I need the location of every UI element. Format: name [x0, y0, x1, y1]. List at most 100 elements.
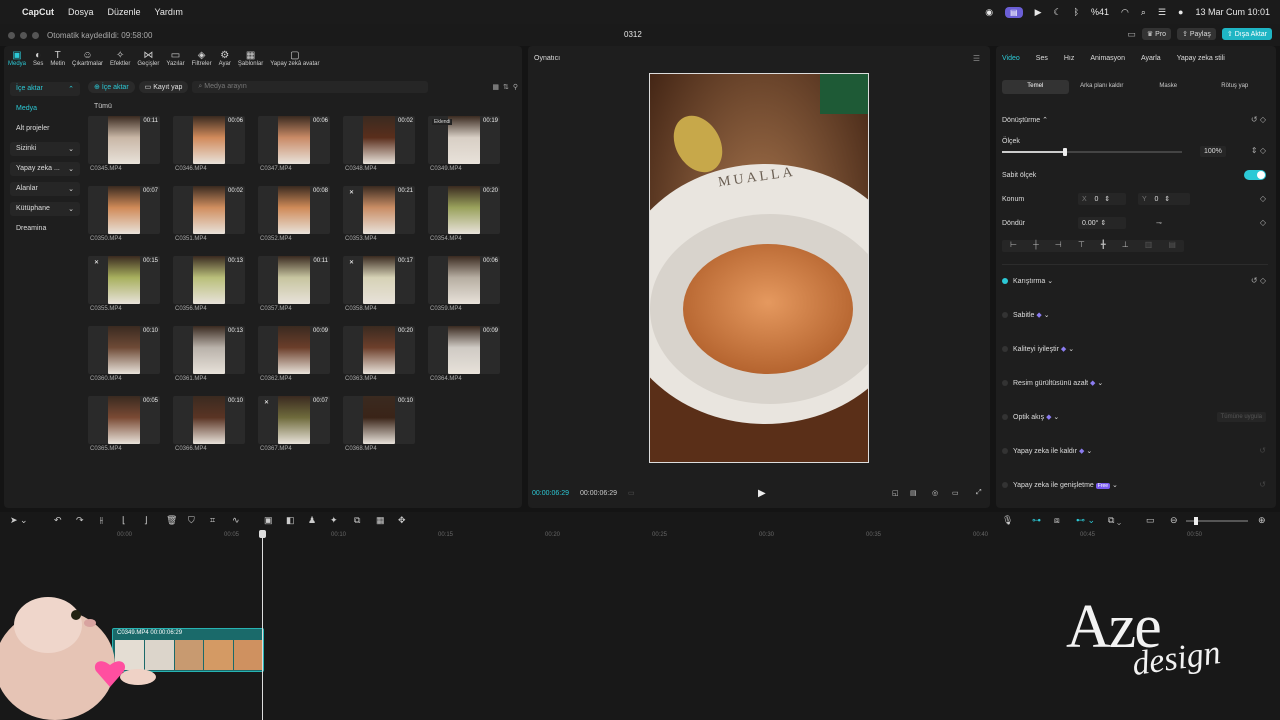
import-button[interactable]: ⊕ İçe aktar	[88, 81, 135, 93]
enhance-checkbox[interactable]	[1002, 346, 1008, 353]
media-clip[interactable]: 00:13 C0361.MP4	[169, 326, 245, 386]
media-clip[interactable]: 00:09 C0362.MP4	[254, 326, 330, 386]
align-center-v-icon[interactable]: ╋	[1101, 240, 1106, 252]
menu-file[interactable]: Dosya	[68, 7, 94, 17]
tool-tab-1[interactable]: ◐ Ses	[33, 50, 43, 67]
media-clip[interactable]: 00:10 C0368.MP4	[339, 396, 415, 456]
media-clip[interactable]: 00:20 C0363.MP4	[339, 326, 415, 386]
aspect-icon[interactable]: ▭	[952, 489, 959, 497]
media-clip[interactable]: 00:02 C0351.MP4	[169, 186, 245, 246]
media-clip[interactable]: 00:10 C0360.MP4	[84, 326, 160, 386]
zoom-slider[interactable]	[1186, 517, 1248, 525]
sidenav-item-4[interactable]: Yapay zeka ... ⌄	[10, 162, 80, 176]
uniform-scale-toggle[interactable]	[1244, 170, 1266, 180]
sidenav-item-2[interactable]: Alt projeler	[10, 122, 80, 136]
resize-icon[interactable]: ✥	[398, 515, 406, 526]
curve-icon[interactable]: ∿	[232, 515, 240, 526]
distribute-v-icon[interactable]: ▤	[1168, 240, 1176, 252]
tab-adjust[interactable]: Ayarla	[1141, 55, 1161, 62]
quality-icon[interactable]: ▤	[910, 489, 917, 497]
timecode-box-icon[interactable]: ▭	[628, 489, 635, 497]
transform-header[interactable]: Dönüştürme ⌃	[1002, 116, 1048, 124]
tab-speed[interactable]: Hız	[1064, 55, 1075, 62]
media-clip[interactable]: 00:06 C0347.MP4	[254, 116, 330, 176]
ai-remove-reset-icon[interactable]: ↺	[1259, 446, 1266, 455]
blend-row[interactable]: Karıştırma ⌄	[1002, 277, 1053, 285]
media-search-input[interactable]: ⌕ Medya arayın	[192, 81, 429, 93]
share-button[interactable]: ⇪ Paylaş	[1177, 28, 1216, 40]
player-menu-icon[interactable]: ☰	[973, 54, 980, 63]
position-y-field[interactable]: Y 0 ⇕	[1138, 193, 1190, 205]
media-clip[interactable]: 00:08 C0352.MP4	[254, 186, 330, 246]
scale-stepper-icon[interactable]: ⇕ ◇	[1251, 146, 1266, 155]
app-menu[interactable]: CapCut	[22, 7, 54, 17]
replace-icon[interactable]: ⧉	[354, 515, 360, 526]
tool-tab-0[interactable]: ▣ Medya	[8, 50, 26, 67]
sidenav-item-3[interactable]: Sizinki ⌄	[10, 142, 80, 156]
distribute-h-icon[interactable]: ▥	[1145, 240, 1153, 252]
position-x-field[interactable]: X 0 ⇕	[1078, 193, 1126, 205]
tool-tab-5[interactable]: ⋈ Geçişler	[137, 50, 159, 67]
shield-icon[interactable]: ⛉	[188, 515, 195, 526]
sidenav-item-1[interactable]: Medya	[10, 102, 80, 116]
optical-flow-row[interactable]: Optik akış ◆ ⌄	[1002, 413, 1059, 421]
scale-value[interactable]: 100%	[1200, 146, 1226, 157]
battery-status[interactable]: %41	[1091, 7, 1109, 17]
sidenav-item-5[interactable]: Alanlar ⌄	[10, 182, 80, 196]
tool-tab-6[interactable]: ▭ Yazılar	[166, 50, 184, 67]
align-right-icon[interactable]: ⊣	[1055, 240, 1062, 252]
apply-all-button[interactable]: Tümüne uygula	[1216, 412, 1266, 422]
screen-record-icon[interactable]: ◉	[985, 7, 993, 18]
scale-slider-knob[interactable]	[1063, 148, 1067, 156]
media-clip[interactable]: 00:05 C0365.MP4	[84, 396, 160, 456]
control-center-icon[interactable]: ☰	[1158, 7, 1166, 18]
layout-icon[interactable]: ▭	[1127, 29, 1136, 40]
rotate-dial-icon[interactable]: ⊸	[1156, 219, 1162, 227]
window-zoom-button[interactable]	[32, 31, 39, 39]
bluetooth-icon[interactable]: ᛒ	[1074, 7, 1079, 17]
tool-tab-4[interactable]: ✧ Efektler	[110, 50, 130, 67]
ai-remove-row[interactable]: Yapay zeka ile kaldır ◆ ⌄	[1002, 447, 1092, 455]
crop-icon[interactable]: ⌗	[210, 515, 215, 526]
media-clip[interactable]: 00:06 C0359.MP4	[424, 256, 500, 316]
align-center-h-icon[interactable]: ┼	[1033, 240, 1039, 252]
sidenav-item-7[interactable]: Dreamina	[10, 222, 80, 236]
mirror-icon[interactable]: ◧	[286, 515, 295, 526]
undo-icon[interactable]: ↶	[54, 515, 62, 526]
wifi-icon[interactable]: ◠	[1121, 7, 1129, 18]
media-clip[interactable]: 00:10 C0366.MP4	[169, 396, 245, 456]
redo-icon[interactable]: ↷	[76, 515, 84, 526]
playhead[interactable]	[259, 530, 266, 720]
moon-icon[interactable]: ☾	[1054, 7, 1062, 18]
tool-tab-7[interactable]: ◈ Filtreler	[192, 50, 212, 67]
transform-reset-icon[interactable]: ↺ ◇	[1251, 115, 1266, 124]
media-clip[interactable]: 00:07 ✕ C0367.MP4	[254, 396, 330, 456]
snap-icon[interactable]: ⊷ ⌄	[1076, 515, 1095, 526]
stabilize-checkbox[interactable]	[1002, 312, 1008, 319]
export-button[interactable]: ⇧ Dışa Aktar	[1221, 28, 1272, 40]
sort-icon[interactable]: ⇅	[503, 83, 509, 91]
media-clip[interactable]: 00:09 C0364.MP4	[424, 326, 500, 386]
ai-expand-reset-icon[interactable]: ↺	[1259, 480, 1266, 489]
pro-button[interactable]: ♛ Pro	[1141, 28, 1172, 40]
subtab-remove-bg[interactable]: Arka planı kaldır	[1069, 80, 1136, 94]
tab-video[interactable]: Video	[1002, 55, 1020, 62]
blend-checkbox[interactable]	[1002, 278, 1008, 285]
sidenav-item-0[interactable]: İçe aktar ⌃	[10, 82, 80, 96]
denoise-row[interactable]: Resim gürültüsünü azalt ◆ ⌄	[1002, 379, 1103, 387]
sidenav-item-6[interactable]: Kütüphane ⌄	[10, 202, 80, 216]
select-tool-icon[interactable]: ➤ ⌄	[10, 515, 28, 526]
play-button[interactable]: ▶	[758, 488, 766, 499]
link-icon[interactable]: ⧈	[1054, 515, 1060, 526]
tool-tab-10[interactable]: ▢ Yapay zekâ avatar	[270, 50, 319, 67]
all-filter-label[interactable]: Tümü	[94, 103, 112, 110]
align-bottom-icon[interactable]: ⊥	[1122, 240, 1129, 252]
microphone-icon[interactable]: 🎙	[1002, 515, 1013, 526]
media-clip[interactable]: 00:20 C0354.MP4	[424, 186, 500, 246]
media-clip[interactable]: 00:06 C0346.MP4	[169, 116, 245, 176]
view-toggle-icon[interactable]: ▦	[492, 83, 499, 91]
split-left-icon[interactable]: ⌊	[122, 515, 126, 526]
snapshot-icon[interactable]: ◎	[932, 489, 938, 497]
freeze-icon[interactable]: ▣	[264, 515, 273, 526]
project-title[interactable]: 0312	[624, 30, 642, 39]
